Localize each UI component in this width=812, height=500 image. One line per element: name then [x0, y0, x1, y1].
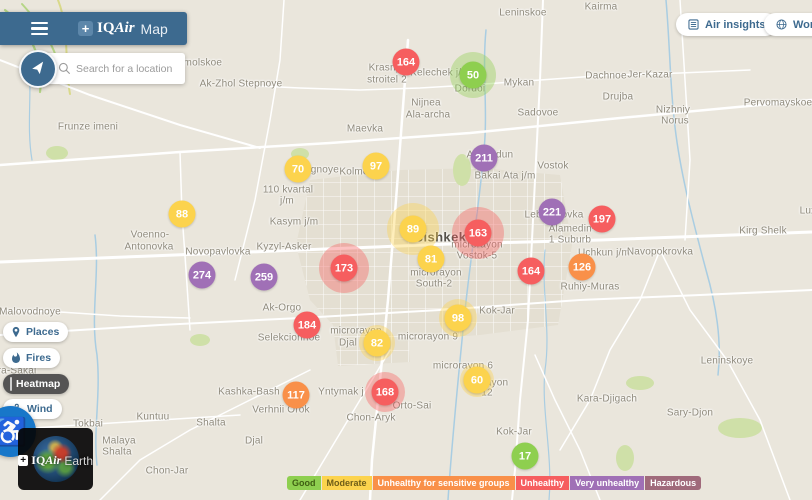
aqi-marker[interactable]: 17: [512, 443, 539, 470]
send-location-icon: [29, 60, 48, 79]
aqi-marker[interactable]: 164: [393, 49, 420, 76]
aqi-marker[interactable]: 117: [283, 382, 310, 409]
aqi-marker[interactable]: 274: [189, 262, 216, 289]
aqi-marker[interactable]: 197: [589, 206, 616, 233]
aqi-marker[interactable]: 82: [364, 330, 391, 357]
air-insights-label: Air insights: [705, 19, 766, 31]
legend-item: Moderate: [322, 476, 372, 490]
aqi-marker[interactable]: 81: [418, 246, 445, 273]
legend-item: Unhealthy: [516, 476, 570, 490]
aqi-marker[interactable]: 97: [363, 153, 390, 180]
brand-text: IQAir: [97, 20, 135, 37]
plus-square-icon: +: [78, 21, 93, 36]
legend-item: Hazardous: [645, 476, 701, 490]
layer-label: Fires: [26, 352, 51, 364]
layer-label: Places: [26, 326, 59, 338]
air-insights-button[interactable]: Air insights: [676, 13, 777, 36]
aqi-marker[interactable]: 173: [331, 255, 358, 282]
plus-square-icon: +: [18, 455, 28, 466]
world-air-quality-button[interactable]: World a: [764, 13, 812, 36]
globe-icon: [775, 18, 788, 31]
earth-product-name: Earth: [64, 454, 93, 468]
legend-item: Unhealthy for sensitive groups: [373, 476, 515, 490]
app-header: + IQAir Map: [0, 12, 187, 45]
iqair-map-app: LeninskoeKairmaomolskoeAk-Zhol StepnoyeD…: [0, 0, 812, 500]
aqi-marker[interactable]: 211: [471, 145, 498, 172]
aqi-marker[interactable]: 168: [372, 379, 399, 406]
menu-button[interactable]: [31, 22, 48, 35]
insights-list-icon: [687, 18, 700, 31]
layer-toggle-heatmap[interactable]: Heatmap: [3, 374, 69, 394]
product-name: Map: [141, 21, 168, 37]
layer-toggle-places[interactable]: Places: [3, 322, 68, 342]
search-icon: [57, 61, 72, 76]
aqi-marker[interactable]: 221: [539, 199, 566, 226]
legend-item: Good: [287, 476, 321, 490]
aqi-marker[interactable]: 163: [465, 220, 492, 247]
layer-toggle-fires[interactable]: Fires: [3, 348, 60, 368]
aqi-marker[interactable]: 164: [518, 258, 545, 285]
aqi-marker[interactable]: 98: [445, 305, 472, 332]
aqi-marker[interactable]: 126: [569, 254, 596, 281]
locate-me-button[interactable]: [19, 50, 57, 88]
aqi-marker[interactable]: 259: [251, 264, 278, 291]
legend-item: Very unhealthy: [570, 476, 644, 490]
pin-icon: [10, 326, 22, 338]
earth-brand-text: IQAir: [31, 453, 61, 468]
flame-icon: [10, 352, 22, 364]
aqi-legend: GoodModerateUnhealthy for sensitive grou…: [287, 476, 701, 490]
heatmap-icon: [10, 378, 12, 390]
world-label: World a: [793, 19, 812, 31]
iqair-logo[interactable]: + IQAir Map: [78, 20, 168, 37]
search-input[interactable]: [74, 62, 178, 76]
aqi-marker[interactable]: 60: [464, 367, 491, 394]
aqi-marker[interactable]: 89: [400, 216, 427, 243]
layer-label: Heatmap: [16, 378, 60, 390]
aqi-marker[interactable]: 70: [285, 156, 312, 183]
layer-label: Wind: [27, 403, 53, 415]
aqi-marker[interactable]: 88: [169, 201, 196, 228]
aqi-marker[interactable]: 184: [294, 312, 321, 339]
aqi-marker[interactable]: 50: [460, 62, 487, 89]
iqair-earth-widget[interactable]: + IQAir Earth: [18, 428, 93, 490]
